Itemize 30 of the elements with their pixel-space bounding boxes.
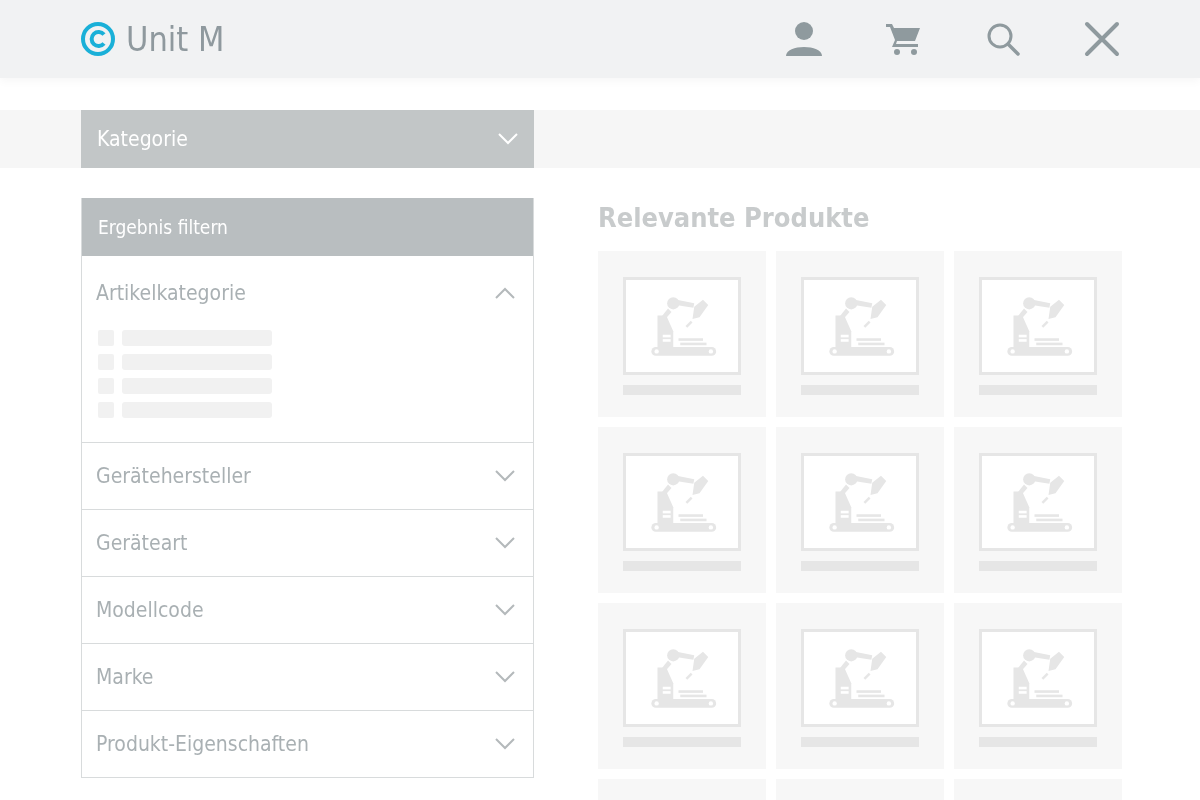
filter-section-header[interactable]: Gerätehersteller	[82, 443, 533, 509]
logo-icon	[80, 21, 116, 57]
chevron-icon	[495, 738, 515, 750]
category-dropdown[interactable]: Kategorie	[81, 110, 534, 168]
product-card[interactable]	[598, 603, 766, 769]
chevron-icon	[498, 133, 518, 145]
filter-section-header[interactable]: Marke	[82, 644, 533, 710]
product-card[interactable]	[954, 603, 1122, 769]
brand-name: Unit M	[126, 19, 225, 59]
chevron-icon	[495, 604, 515, 616]
user-icon[interactable]	[786, 22, 822, 56]
filter-section-header[interactable]: Modellcode	[82, 577, 533, 643]
chevron-icon	[495, 537, 515, 549]
search-icon[interactable]	[986, 22, 1020, 56]
filter-section-header[interactable]: Geräteart	[82, 510, 533, 576]
product-card[interactable]	[598, 427, 766, 593]
chevron-icon	[495, 470, 515, 482]
product-card[interactable]	[954, 427, 1122, 593]
product-card[interactable]	[776, 427, 944, 593]
product-card[interactable]	[776, 603, 944, 769]
product-card[interactable]	[776, 251, 944, 417]
filter-section-header[interactable]: Artikelkategorie	[82, 256, 533, 330]
chevron-icon	[495, 671, 515, 683]
cart-icon[interactable]	[886, 22, 922, 56]
chevron-icon	[495, 287, 515, 299]
filter-section-header[interactable]: Produkt-Eigenschaften	[82, 711, 533, 777]
filter-title: Ergebnis filtern	[82, 198, 533, 256]
product-card[interactable]	[598, 251, 766, 417]
close-icon[interactable]	[1084, 21, 1120, 57]
product-card[interactable]	[954, 251, 1122, 417]
